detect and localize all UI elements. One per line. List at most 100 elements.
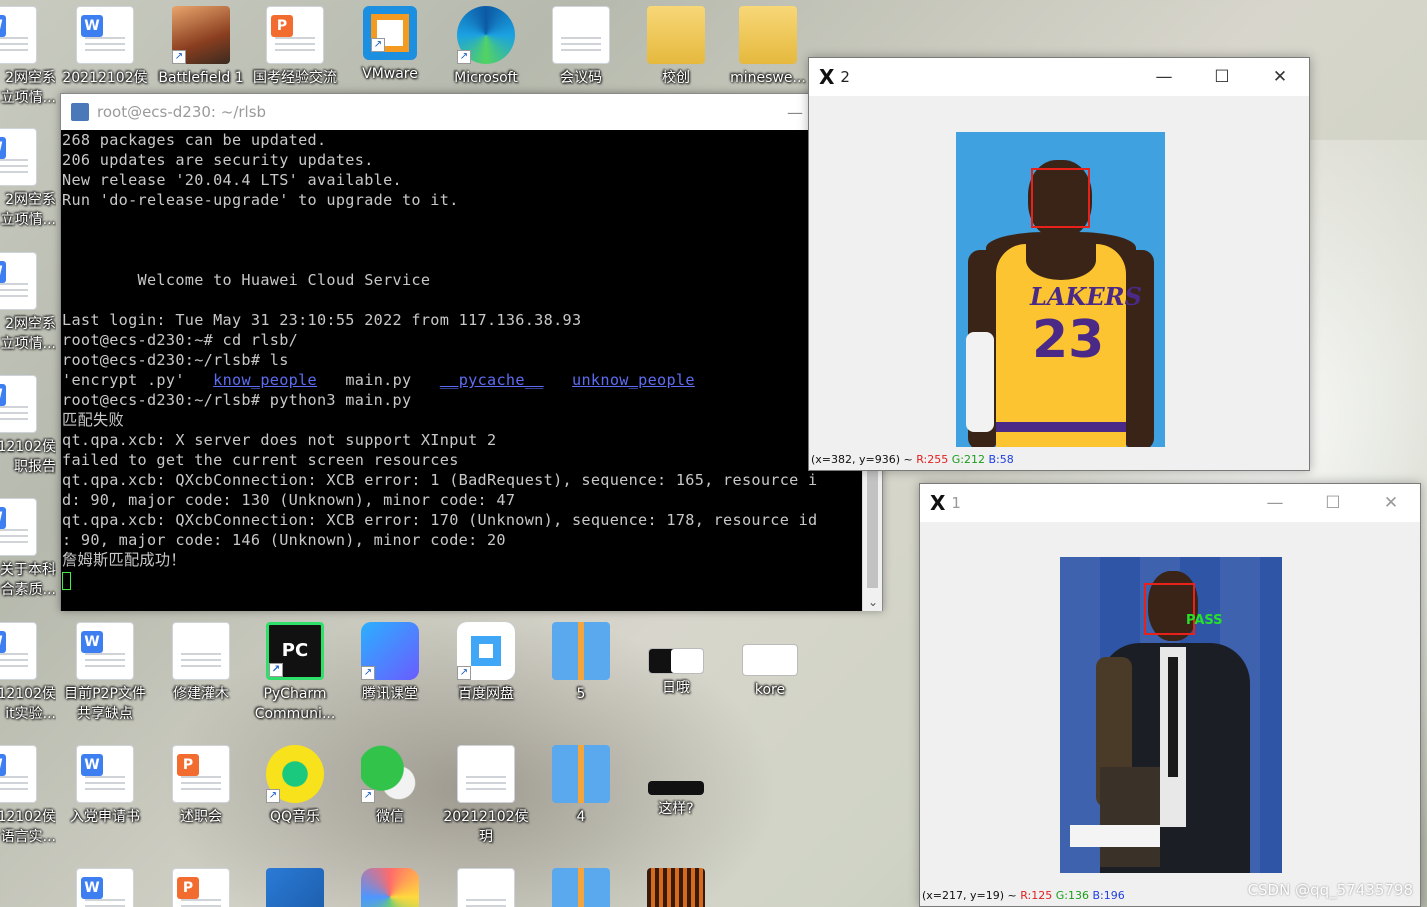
wps-writer-icon: W [76,868,134,907]
document-icon [457,868,515,907]
desktop-icon[interactable]: W 关于本科 合素质... [0,498,56,600]
wps-presentation-icon: P [266,6,324,64]
desktop-icon[interactable] [533,868,629,907]
desktop-icon[interactable]: W 2网空系 立项情... [0,252,56,354]
desktop-icon[interactable]: ↗ Microsoft [438,6,534,88]
desktop-icon[interactable]: ↗ QQ音乐 [247,745,343,827]
qq-music-icon: ↗ [266,745,324,803]
desktop-icon[interactable]: W 12102侯 语言实... [0,745,56,847]
desktop-icon[interactable]: 会议码 [533,6,629,88]
blue-value: B:58 [988,453,1014,466]
close-button[interactable]: ✕ [1251,67,1309,87]
maximize-button[interactable]: ☐ [1304,493,1362,513]
pixel-status-bar: (x=382, y=936) ~ R:255 G:212 B:58 [811,453,1014,466]
terminal-output[interactable]: 268 packages can be updated. 206 updates… [61,130,863,611]
desktop-icon[interactable]: 20212102侯 玥 [438,745,534,847]
pass-label: PASS [1186,613,1223,628]
desktop-icon[interactable]: 修建灌木 [153,622,249,704]
image-window-1[interactable]: X 1 — ☐ ✕ PASS (x=217, y=19) ~ R:125 G:1… [919,483,1421,907]
terminal-line: qt.qpa.xcb: X server does not support XI… [62,431,497,449]
desktop-icon[interactable]: 校创 [628,6,724,88]
terminal-line: 206 updates are security updates. [62,151,374,169]
terminal-line: qt.qpa.xcb: QXcbConnection: XCB error: 1… [62,511,818,529]
desktop-icon[interactable]: P 国考经验交流 [247,6,343,88]
desktop-icon[interactable]: W 2网空系 立项情... [0,128,56,230]
pycharm-icon: PC ↗ [266,622,324,680]
desktop-icon[interactable]: W 目前P2P文件 共享缺点 [57,622,153,724]
desktop-icon[interactable] [342,868,438,907]
desktop-icon[interactable]: 这样? [628,745,724,819]
baidu-netdisk-icon: ↗ [457,622,515,680]
terminal-line: root@ecs-d230:~/rlsb# python3 main.py [62,391,412,409]
terminal-line: root@ecs-d230:~/rlsb# ls [62,351,289,369]
tencent-classroom-icon: ↗ [361,622,419,680]
desktop-icon[interactable]: ↗ Battlefield 1 [153,6,249,88]
wps-writer-icon: W [0,128,37,186]
desktop-icon[interactable]: W 2网空系 立项情... [0,6,56,108]
terminal-line: Last login: Tue May 31 23:10:55 2022 fro… [62,311,582,329]
window-titlebar[interactable]: X 2 — ☐ ✕ [809,58,1309,96]
desktop-icon[interactable] [247,868,343,907]
desktop-icon[interactable]: ↗ 腾讯课堂 [342,622,438,704]
image-thumbnail-icon [648,648,704,674]
image-thumbnail-icon [742,644,798,676]
red-value: R:255 [916,453,949,466]
terminal-titlebar[interactable]: root@ecs-d230: ~/rlsb — ☐ [61,94,882,130]
desktop-icon[interactable]: kore [722,622,818,700]
desktop-icon[interactable]: 日哦 [628,622,724,698]
desktop-icon[interactable]: ↗ 百度网盘 [438,622,534,704]
x11-icon: X [930,491,946,515]
desktop-icon[interactable]: 5 [533,622,629,704]
desktop-icon[interactable]: 4 [533,745,629,827]
battlefield-game-icon: ↗ [172,6,230,64]
zip-archive-icon [552,868,610,907]
ls-file: 'encrypt .py' [62,371,185,389]
scroll-down-arrow-icon[interactable]: ⌄ [863,595,883,609]
desktop-icon[interactable]: mineswe... [722,6,814,88]
desktop-icon[interactable]: W 12102侯 职报告 [0,375,56,477]
wps-presentation-icon: P [172,868,230,907]
wechat-icon: ↗ [361,745,419,803]
window-titlebar[interactable]: X 1 — ☐ ✕ [920,484,1420,522]
minimize-button[interactable]: — [1135,67,1193,87]
desktop-icon[interactable]: P 述职会 [153,745,249,827]
wps-writer-icon: W [76,622,134,680]
image-window-2[interactable]: X 2 — ☐ ✕ LAKERS 23 (x=382, y=936) ~ R:2… [808,57,1310,471]
window-title: 2 [840,68,850,86]
document-icon [552,6,610,64]
close-button[interactable]: ✕ [1362,493,1420,513]
desktop-icon[interactable]: PC ↗ PyCharm Communi... [247,622,343,724]
wps-writer-icon: W [76,745,134,803]
wps-presentation-icon: P [172,745,230,803]
terminal-title: root@ecs-d230: ~/rlsb [97,103,267,121]
terminal-line: Welcome to Huawei Cloud Service [62,271,431,289]
vmware-icon: ↗ [363,6,417,60]
zip-archive-icon [552,622,610,680]
terminal-prompt[interactable] [62,570,863,590]
terminal-line: 詹姆斯匹配成功！ [62,551,186,569]
x11-icon: X [819,65,835,89]
cursor-coords: (x=217, y=19) ~ [922,889,1017,902]
image-thumbnail-icon [648,781,704,795]
desktop-icon[interactable]: P [153,868,249,907]
desktop-icon[interactable]: W 20212102侯 [57,6,153,88]
vscode-icon [266,868,324,907]
ls-output-line: 'encrypt .py' know_people main.py __pyca… [62,370,863,390]
ls-directory: know_people [213,371,318,389]
desktop-icon[interactable]: W 入党申请书 [57,745,153,827]
desktop-icon[interactable]: W [57,868,153,907]
desktop-icon[interactable]: ↗ VMware [342,6,438,84]
desktop-icon[interactable] [628,868,724,907]
maximize-button[interactable]: ☐ [1193,67,1251,87]
face-detection-box [1031,168,1090,228]
terminal-window[interactable]: root@ecs-d230: ~/rlsb — ☐ 268 packages c… [60,93,883,611]
minimize-button[interactable]: — [1246,493,1304,513]
desktop-icon[interactable]: ↗ 微信 [342,745,438,827]
terminal-line: qt.qpa.xcb: QXcbConnection: XCB error: 1… [62,471,818,489]
wps-writer-icon: W [0,252,37,310]
desktop-icon[interactable]: W 12102侯 it实验... [0,622,56,724]
desktop-icon[interactable] [438,868,534,907]
